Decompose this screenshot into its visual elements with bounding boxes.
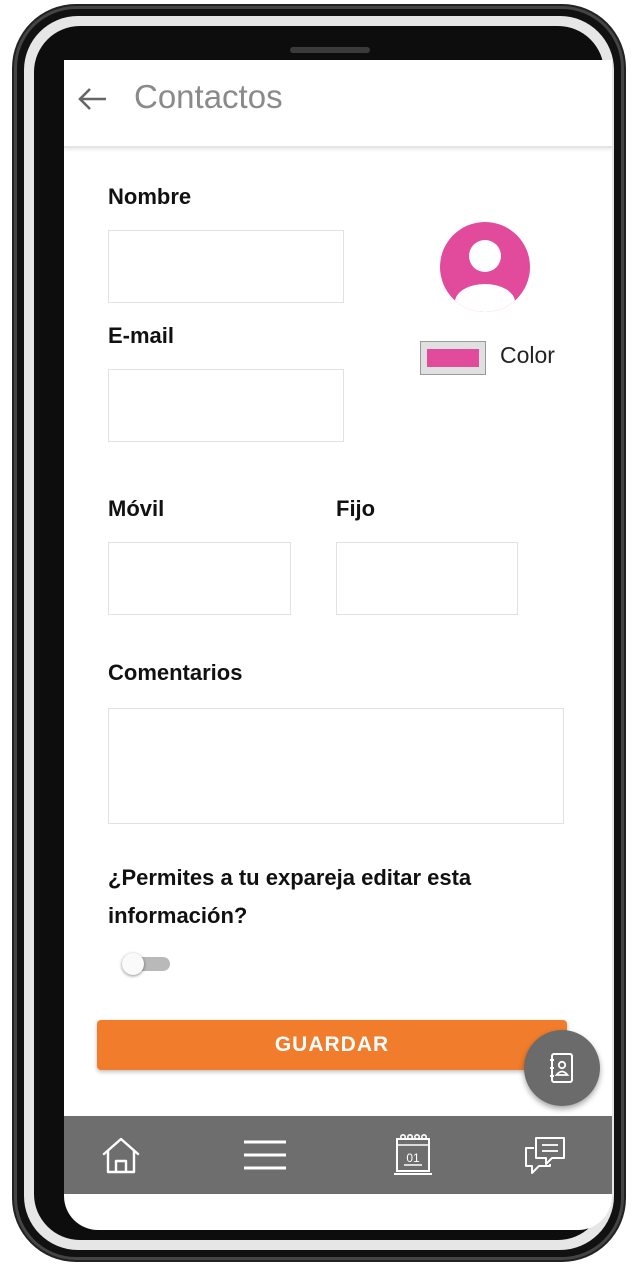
movil-field[interactable]: [108, 542, 291, 615]
email-label: E-mail: [108, 323, 175, 348]
permission-question-line2: información?: [108, 903, 248, 928]
app-screen: Contactos Nombre Color E-mail Móvil Fijo…: [64, 60, 612, 1230]
email-field[interactable]: [108, 369, 344, 442]
page-title: Contactos: [134, 78, 283, 115]
color-picker-button[interactable]: [420, 341, 486, 375]
nombre-field[interactable]: [108, 230, 344, 303]
home-icon[interactable]: [96, 1130, 146, 1180]
bottom-navigation: 01: [64, 1116, 612, 1194]
nombre-label: Nombre: [108, 184, 192, 209]
comentarios-label: Comentarios: [108, 660, 243, 685]
phone-speaker: [290, 47, 370, 53]
contacts-fab-button[interactable]: [524, 1030, 600, 1106]
permission-question-line1: ¿Permites a tu expareja editar esta: [108, 865, 472, 890]
calendar-icon[interactable]: 01: [388, 1130, 438, 1180]
app-bar: Contactos: [64, 60, 612, 148]
svg-text:01: 01: [406, 1151, 420, 1165]
comentarios-field[interactable]: [108, 708, 564, 824]
chat-icon[interactable]: [520, 1130, 570, 1180]
contacts-book-icon: [550, 1053, 573, 1083]
fijo-field[interactable]: [336, 542, 518, 615]
permission-toggle[interactable]: [122, 953, 174, 975]
selected-color-swatch: [427, 349, 479, 367]
movil-label: Móvil: [108, 496, 165, 521]
color-label: Color: [500, 342, 555, 368]
menu-icon[interactable]: [240, 1130, 290, 1180]
toggle-knob: [122, 953, 144, 975]
save-button[interactable]: GUARDAR: [97, 1020, 567, 1070]
user-avatar-icon[interactable]: [440, 222, 530, 312]
fijo-label: Fijo: [336, 496, 376, 521]
arrow-left-icon[interactable]: [76, 82, 110, 116]
